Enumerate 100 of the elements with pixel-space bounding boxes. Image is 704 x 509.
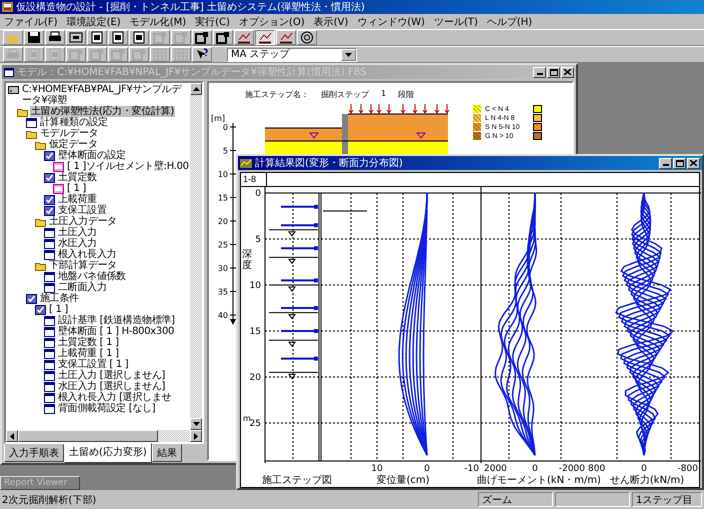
tree-item[interactable]: 水圧入力: [57, 238, 98, 249]
window-stack-icon: [174, 31, 188, 44]
depth-tick-label: 20: [250, 373, 261, 383]
window-stack-icon: [216, 31, 230, 44]
close-button[interactable]: [687, 158, 700, 168]
tree-item[interactable]: C:¥HOME¥FAB¥PAL_JF¥サンプルデータ¥弾塑: [21, 84, 190, 106]
grid-icon: [174, 48, 188, 61]
tree-item[interactable]: 根入れ長入力: [57, 249, 118, 260]
tab[interactable]: 土留め(応力変形): [64, 443, 152, 463]
depth-axis-title: 深度: [242, 249, 252, 271]
tree-item[interactable]: [ 1 ]: [48, 304, 70, 315]
line-chart-icon: [279, 31, 293, 44]
folder-icon: [26, 128, 37, 138]
tab[interactable]: 入力手順表: [4, 444, 64, 462]
tree-item[interactable]: 支保工設置: [57, 205, 108, 216]
form-icon: [44, 250, 55, 260]
menu-item[interactable]: ファイル(F): [4, 14, 58, 28]
menu-item[interactable]: 環境設定(E): [66, 14, 121, 28]
tree-item[interactable]: 壁体断面 [ 1 ] H-800x300: [57, 326, 176, 337]
toolbar-button[interactable]: [255, 30, 275, 45]
line-chart-icon: [258, 31, 272, 44]
checkbox-icon: [44, 206, 55, 216]
tree-item[interactable]: 設計基準 [鉄道構造物標準]: [57, 315, 176, 326]
step-dropdown[interactable]: MA ステップ: [227, 48, 357, 62]
axis-tick-label: 800: [588, 464, 606, 474]
form-icon: [44, 382, 55, 392]
menu-item[interactable]: オプション(O): [238, 14, 305, 28]
axis-tick-label: 10: [371, 464, 383, 474]
panel-axis-title: せん断力(kN/m): [610, 475, 684, 486]
printer-icon: [6, 48, 20, 61]
tree-item[interactable]: 支保工設置 [ 1 ]: [57, 359, 130, 370]
panel-axis-title: 変位量(cm): [376, 475, 430, 486]
step-caption: 1: [381, 89, 386, 100]
tree-item[interactable]: 計算種類の設定: [39, 117, 109, 128]
frame-icon: [69, 31, 83, 44]
axis-tick-label: 2000: [484, 464, 507, 474]
document-icon: [48, 48, 62, 61]
status-zoom: ズーム: [478, 492, 553, 507]
window-stack-icon: [90, 48, 104, 61]
form-icon: [44, 238, 55, 248]
tree-item[interactable]: モデルデータ: [39, 128, 100, 139]
tree-item[interactable]: [ 1 ]ソイルセメント壁:H.00: [66, 161, 190, 172]
tree-item[interactable]: 地盤バネ値係数: [57, 271, 127, 282]
form-icon: [44, 272, 55, 282]
step-caption: 施工ステップ名：: [245, 89, 309, 100]
tab[interactable]: 結果: [152, 444, 182, 462]
tree-item[interactable]: 上載荷重: [57, 194, 98, 205]
tree-item[interactable]: [ 1 ]: [66, 183, 88, 194]
menu-item[interactable]: モデル化(M): [130, 14, 186, 28]
drive-icon: [8, 84, 19, 94]
menu-item[interactable]: 表示(V): [314, 14, 348, 28]
tree-item[interactable]: 土留め弾塑性法(応力・変位計算): [30, 106, 176, 117]
tree-item[interactable]: 施工条件: [39, 293, 80, 304]
tree-item[interactable]: 壁体断面の設定: [57, 150, 127, 161]
axis-tick-label: 0: [222, 123, 228, 132]
tree-item[interactable]: 二断面入力: [57, 282, 108, 293]
checkbox-icon: [44, 194, 55, 204]
window-stack-icon: [132, 48, 146, 61]
horizontal-scrollbar[interactable]: [6, 430, 202, 442]
step-caption: 掘削ステップ: [321, 89, 369, 100]
checkbox-icon: [44, 150, 55, 160]
folder-icon: [35, 140, 46, 150]
window-stack-icon: [69, 48, 83, 61]
tree-item[interactable]: 根入れ長入力 [選択しませ: [57, 392, 172, 403]
axis-tick-label: 35: [218, 288, 228, 296]
tree-item[interactable]: 水圧入力 [選択しません]: [57, 381, 166, 392]
tree-item[interactable]: 土圧入力データ: [48, 216, 118, 227]
maximize-button[interactable]: [673, 158, 686, 168]
checkbox-icon: [44, 172, 55, 182]
tree-item[interactable]: 土圧入力 [選択しません]: [57, 370, 166, 381]
tree-item[interactable]: 下部計算データ: [48, 260, 118, 271]
tree-item[interactable]: 土圧入力: [57, 227, 98, 238]
tree-item[interactable]: 土質定数 [ 1 ]: [57, 337, 120, 348]
tree-item[interactable]: 仮定データ: [48, 139, 99, 150]
axis-tick-label: -10: [464, 464, 479, 474]
tree-item[interactable]: 上載荷重 [ 1 ]: [57, 348, 120, 359]
form-icon: [44, 338, 55, 348]
form-icon: [44, 404, 55, 414]
case-label: 1-8: [241, 173, 267, 186]
axis-unit: [m]: [210, 114, 225, 123]
checkbox-icon: [35, 304, 46, 314]
maximize-icon: [550, 68, 558, 76]
circle-icon: [300, 31, 314, 44]
window-stack-icon: [153, 31, 167, 44]
scroll-left-icon: [10, 432, 14, 440]
panel-axis-title: 施工ステップ図: [262, 475, 332, 486]
scroll-up-icon: [192, 87, 200, 91]
tree-item[interactable]: 背面側載荷設定 [なし]: [57, 403, 156, 414]
form-icon: [44, 370, 55, 380]
minimize-button[interactable]: [659, 158, 672, 168]
menu-item[interactable]: ウィンドウ(W): [357, 14, 425, 28]
tree-item[interactable]: 土質定数: [57, 172, 98, 183]
menu-item[interactable]: 実行(C): [195, 14, 230, 28]
vertical-scrollbar[interactable]: [190, 83, 202, 430]
window-stack-icon: [111, 48, 125, 61]
axis-tick-label: 0: [641, 464, 647, 474]
data-icon: [53, 184, 64, 194]
menu-item[interactable]: ヘルプ(H): [486, 14, 532, 28]
menu-item[interactable]: ツール(T): [434, 14, 478, 28]
maximize-icon: [676, 160, 684, 166]
